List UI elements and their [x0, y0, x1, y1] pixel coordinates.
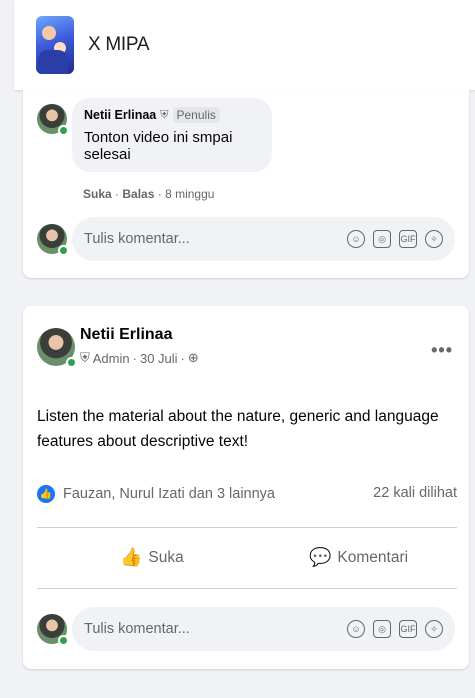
post-author-name[interactable]: Netii Erlinaa	[80, 326, 172, 344]
comment-button[interactable]: 💬 Komentari	[309, 547, 408, 568]
post-author-avatar[interactable]	[37, 328, 77, 368]
view-count[interactable]: 22 kali dilihat	[373, 485, 457, 501]
user-avatar[interactable]	[37, 614, 69, 646]
online-status-dot	[58, 245, 69, 256]
post-date[interactable]: 30 Juli	[140, 351, 178, 366]
comment-section: Netii Erlinaa ⛨ Penulis Tonton video ini…	[23, 90, 469, 278]
reactors-text[interactable]: Fauzan, Nurul Izati dan 3 lainnya	[63, 486, 275, 502]
sticker-icon[interactable]: ✧	[425, 230, 443, 248]
comment-icon: 💬	[309, 547, 332, 567]
emoji-icon[interactable]: ☺	[347, 620, 365, 638]
comment-author-name[interactable]: Netii Erlinaa	[84, 108, 156, 122]
comment-input-placeholder: Tulis komentar...	[84, 231, 190, 247]
post-card: Netii Erlinaa ⛨ Admin · 30 Juli · ⊕ ••• …	[23, 306, 469, 669]
online-status-dot	[58, 125, 69, 136]
post-role: Admin	[92, 350, 130, 366]
comment-author-avatar[interactable]	[37, 104, 69, 136]
group-cover-image[interactable]	[36, 16, 74, 74]
gif-icon[interactable]: GIF	[399, 230, 417, 248]
online-status-dot	[66, 357, 77, 368]
thumbs-up-icon: 👍	[120, 547, 143, 567]
emoji-icon[interactable]: ☺	[347, 230, 365, 248]
comment-input[interactable]: Tulis komentar... ☺ ◎ GIF ✧	[72, 217, 455, 261]
comment-text: Tonton video ini smpai selesai	[84, 129, 233, 163]
reaction-summary[interactable]: 👍 Fauzan, Nurul Izati dan 3 lainnya	[37, 485, 275, 503]
role-badge: Penulis	[172, 107, 220, 123]
comment-like-link[interactable]: Suka	[83, 187, 112, 201]
post-text: Listen the material about the nature, ge…	[37, 408, 439, 450]
shield-icon: ⛨	[160, 108, 169, 121]
comment-button-label: Komentari	[337, 548, 409, 566]
camera-icon[interactable]: ◎	[373, 230, 391, 248]
thumbs-up-icon: 👍	[37, 485, 55, 503]
group-header: X MIPA	[14, 0, 475, 90]
camera-icon[interactable]: ◎	[373, 620, 391, 638]
online-status-dot	[58, 635, 69, 646]
user-avatar[interactable]	[37, 224, 69, 256]
group-name[interactable]: X MIPA	[88, 34, 150, 56]
divider	[37, 527, 457, 528]
globe-icon: ⊕	[187, 350, 199, 365]
shield-icon: ⛨	[80, 350, 90, 365]
comment-time[interactable]: 8 minggu	[165, 187, 214, 201]
comment-bubble: Netii Erlinaa ⛨ Penulis Tonton video ini…	[72, 98, 272, 172]
divider	[37, 588, 457, 589]
comment-input-placeholder: Tulis komentar...	[84, 621, 190, 637]
comment-actions: Suka · Balas · 8 minggu	[83, 187, 215, 201]
sticker-icon[interactable]: ✧	[425, 620, 443, 638]
gif-icon[interactable]: GIF	[399, 620, 417, 638]
post-meta: ⛨ Admin · 30 Juli · ⊕	[80, 350, 199, 366]
like-button[interactable]: 👍 Suka	[120, 547, 184, 568]
like-button-label: Suka	[148, 548, 184, 566]
comment-reply-link[interactable]: Balas	[122, 187, 154, 201]
post-comment-input[interactable]: Tulis komentar... ☺ ◎ GIF ✧	[72, 607, 455, 651]
more-options-icon[interactable]: •••	[431, 340, 453, 361]
